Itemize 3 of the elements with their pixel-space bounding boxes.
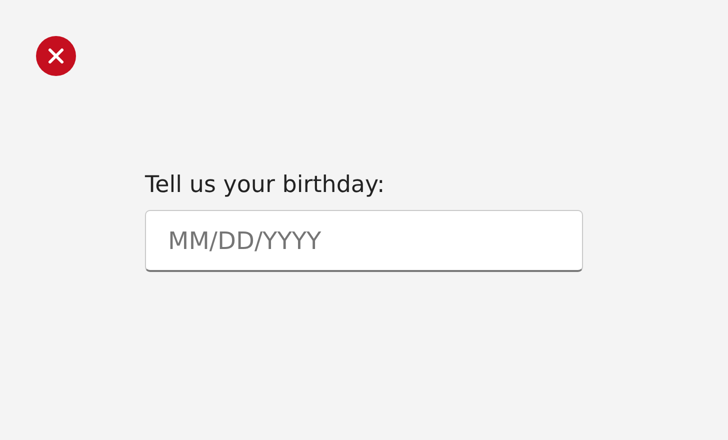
field-label: Tell us your birthday:: [145, 171, 385, 200]
birthday-field[interactable]: MM/DD/YYYY: [145, 210, 583, 272]
error-icon: [36, 36, 76, 76]
